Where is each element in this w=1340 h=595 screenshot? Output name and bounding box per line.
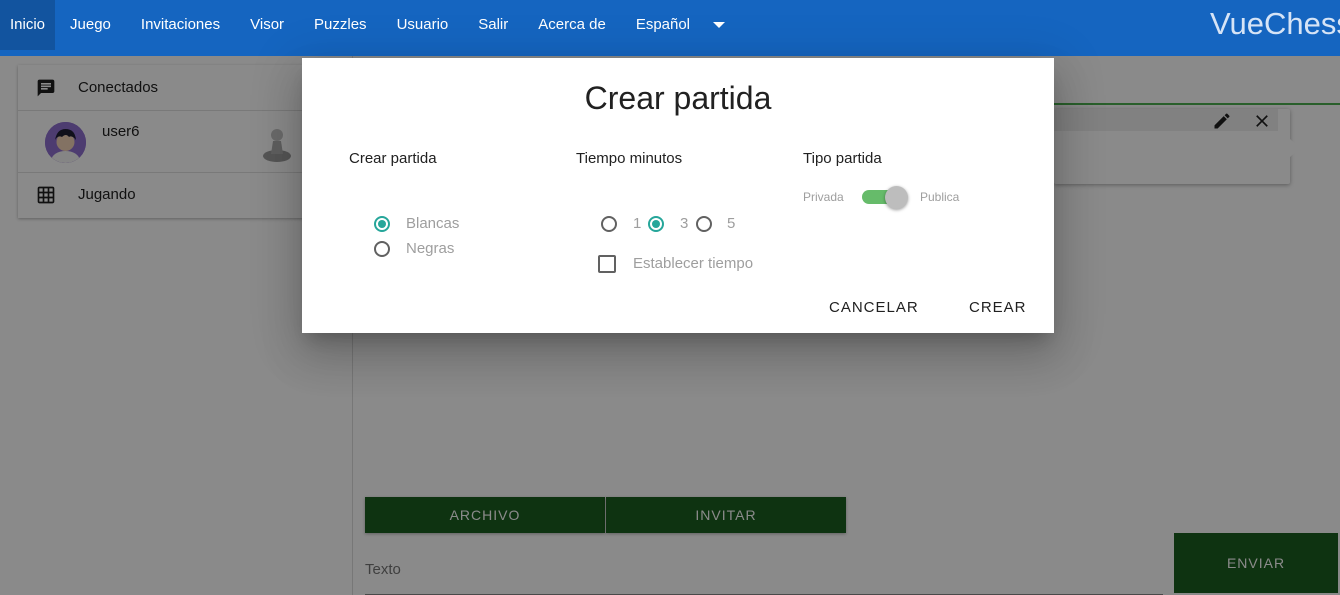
color-section-title: Crear partida bbox=[349, 150, 437, 167]
public-label: Publica bbox=[920, 190, 960, 204]
nav-salir[interactable]: Salir bbox=[463, 0, 523, 50]
nav-juego[interactable]: Juego bbox=[55, 0, 126, 50]
nav-usuario[interactable]: Usuario bbox=[382, 0, 464, 50]
nav-invitaciones[interactable]: Invitaciones bbox=[126, 0, 235, 50]
nav-inicio[interactable]: Inicio bbox=[0, 0, 56, 50]
radio-time-1[interactable] bbox=[601, 216, 617, 232]
cancel-button[interactable]: CANCELAR bbox=[829, 299, 919, 316]
public-toggle-thumb[interactable] bbox=[885, 186, 908, 209]
nav-language[interactable]: Español bbox=[621, 0, 705, 50]
radio-time-5-label[interactable]: 5 bbox=[727, 215, 735, 232]
radio-negras-label[interactable]: Negras bbox=[406, 240, 454, 257]
create-game-dialog: Crear partida Crear partida Blancas Negr… bbox=[302, 58, 1054, 333]
type-section-title: Tipo partida bbox=[803, 150, 882, 167]
radio-time-1-label[interactable]: 1 bbox=[633, 215, 641, 232]
private-label: Privada bbox=[803, 190, 844, 204]
radio-negras[interactable] bbox=[374, 241, 390, 257]
custom-time-checkbox[interactable] bbox=[598, 255, 616, 273]
time-section-title: Tiempo minutos bbox=[576, 150, 683, 167]
radio-blancas-label[interactable]: Blancas bbox=[406, 215, 459, 232]
create-button[interactable]: CREAR bbox=[969, 299, 1027, 316]
chevron-down-icon[interactable] bbox=[713, 22, 726, 28]
radio-time-3-label[interactable]: 3 bbox=[680, 215, 688, 232]
nav-menu: Inicio Juego Invitaciones Visor Puzzles … bbox=[0, 0, 731, 50]
nav-visor[interactable]: Visor bbox=[235, 0, 299, 50]
nav-acerca-de[interactable]: Acerca de bbox=[523, 0, 621, 50]
brand-logo-text: VueChess bbox=[1210, 6, 1340, 41]
radio-blancas[interactable] bbox=[374, 216, 390, 232]
top-navbar: Inicio Juego Invitaciones Visor Puzzles … bbox=[0, 0, 1340, 56]
custom-time-label[interactable]: Establecer tiempo bbox=[633, 255, 753, 272]
dialog-title: Crear partida bbox=[584, 80, 772, 116]
radio-time-3[interactable] bbox=[648, 216, 664, 232]
nav-puzzles[interactable]: Puzzles bbox=[299, 0, 382, 50]
radio-time-5[interactable] bbox=[696, 216, 712, 232]
